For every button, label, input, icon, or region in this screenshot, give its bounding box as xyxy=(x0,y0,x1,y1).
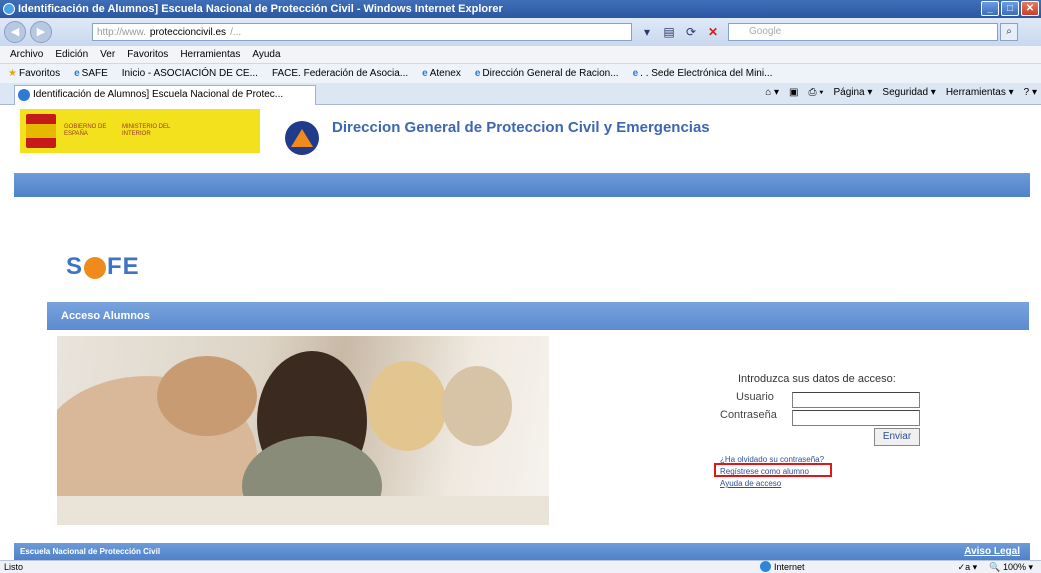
zoom-control[interactable]: 🔍 100% ▾ xyxy=(989,562,1033,573)
safe-logo: S FE xyxy=(66,253,140,280)
favorites-button[interactable]: ★ Favoritos xyxy=(8,68,60,79)
favorite-item[interactable]: e Atenex xyxy=(422,68,461,79)
zone-label: Internet xyxy=(774,561,805,572)
favorite-item[interactable]: e Dirección General de Racion... xyxy=(475,68,619,79)
maximize-button[interactable]: □ xyxy=(1001,1,1019,16)
page-footer: Escuela Nacional de Protección Civil Avi… xyxy=(14,543,1030,560)
page-header-title: Direccion General de Proteccion Civil y … xyxy=(332,119,710,136)
status-bar: Listo Internet ✓a ▾ 🔍 100% ▾ xyxy=(0,560,1041,573)
stop-icon[interactable]: ✕ xyxy=(704,23,722,41)
panel-title: Acceso Alumnos xyxy=(47,302,1029,330)
password-label: Contraseña xyxy=(720,409,777,421)
header-band xyxy=(14,173,1030,197)
favorites-label: Favoritos xyxy=(18,68,61,79)
favorite-item-label: . . Sede Electrónica del Mini... xyxy=(640,68,773,79)
home-icon[interactable]: ⌂ ▾ xyxy=(765,87,779,98)
command-bar: ⌂ ▾ ▣ ⎙ ▾ Página ▾ Seguridad ▾ Herramien… xyxy=(765,87,1037,98)
ie-icon xyxy=(3,3,15,15)
favorite-item-label: Dirección General de Racion... xyxy=(482,68,619,79)
tools-menu[interactable]: Herramientas ▾ xyxy=(946,87,1014,98)
page-icon xyxy=(18,89,30,101)
help-icon[interactable]: ? ▾ xyxy=(1024,87,1037,98)
legal-notice-link[interactable]: Aviso Legal xyxy=(964,543,1020,560)
refresh-icon[interactable]: ⟳ xyxy=(682,23,700,41)
civil-protection-logo xyxy=(285,121,319,155)
access-help-link[interactable]: Ayuda de acceso xyxy=(720,479,781,488)
url-field[interactable]: http://www. proteccioncivil.es/... xyxy=(92,23,632,41)
tab-label: Identificación de Alumnos] Escuela Nacio… xyxy=(33,89,284,100)
gov-line1: GOBIERNO DE ESPAÑA xyxy=(64,124,107,137)
browser-window: Identificación de Alumnos] Escuela Nacio… xyxy=(0,0,1041,573)
safe-logo-emblem-icon xyxy=(84,257,107,279)
footer-left-text: Escuela Nacional de Protección Civil xyxy=(20,547,161,556)
government-logo: GOBIERNO DE ESPAÑA MINISTERIO DEL INTERI… xyxy=(20,109,260,153)
password-input[interactable] xyxy=(792,410,920,426)
menu-herramientas[interactable]: Herramientas xyxy=(180,49,240,60)
back-button[interactable]: ◀ xyxy=(4,21,26,43)
forward-button[interactable]: ▶ xyxy=(30,21,52,43)
search-input[interactable]: Google xyxy=(728,23,998,41)
page-content: GOBIERNO DE ESPAÑA MINISTERIO DEL INTERI… xyxy=(0,105,1041,560)
dropdown-arrow-icon[interactable]: ▾ xyxy=(638,23,656,41)
favorite-item[interactable]: Inicio - ASOCIACIÓN DE CE... xyxy=(122,68,258,79)
ie-page-icon: e xyxy=(632,68,639,79)
favorite-item[interactable]: e SAFE xyxy=(74,68,108,79)
username-input[interactable] xyxy=(792,392,920,408)
menu-edicion[interactable]: Edición xyxy=(55,49,88,60)
register-link[interactable]: Regístrese como alumno xyxy=(720,467,809,476)
submit-button[interactable]: Enviar xyxy=(874,428,920,446)
ie-page-icon: e xyxy=(474,68,481,79)
title-bar: Identificación de Alumnos] Escuela Nacio… xyxy=(0,0,1041,18)
menu-ayuda[interactable]: Ayuda xyxy=(252,49,280,60)
favorite-item[interactable]: FACE. Federación de Asocia... xyxy=(272,68,408,79)
minimize-button[interactable]: _ xyxy=(981,1,999,16)
favorite-item-label: Atenex xyxy=(429,68,461,79)
login-prompt: Introduzca sus datos de acceso: xyxy=(738,373,896,385)
address-bar: ◀ ▶ http://www. proteccioncivil.es/... ▾ … xyxy=(0,18,1041,46)
compatibility-icon[interactable]: ▤ xyxy=(660,23,678,41)
feeds-icon[interactable]: ▣ xyxy=(789,87,798,98)
ie-page-icon: e xyxy=(422,68,428,79)
menu-favoritos[interactable]: Favoritos xyxy=(127,49,168,60)
tab-bar: Identificación de Alumnos] Escuela Nacio… xyxy=(0,83,1041,105)
coat-of-arms-icon xyxy=(26,114,56,148)
ie-page-icon: e xyxy=(74,68,80,79)
status-text: Listo xyxy=(4,562,24,572)
menu-bar: Archivo Edición Ver Favoritos Herramient… xyxy=(0,46,1041,63)
url-domain: proteccioncivil.es xyxy=(149,26,227,38)
favorite-item-label: SAFE xyxy=(81,68,108,79)
protected-mode-icon[interactable]: ✓a ▾ xyxy=(958,562,978,573)
search-icon[interactable]: ⌕ xyxy=(1000,23,1018,41)
tab-active[interactable]: Identificación de Alumnos] Escuela Nacio… xyxy=(14,85,316,105)
menu-archivo[interactable]: Archivo xyxy=(10,49,43,60)
globe-icon xyxy=(760,561,771,572)
zoom-level: 100% xyxy=(1002,562,1026,572)
zoom-icon: 🔍 xyxy=(989,562,1001,572)
favorite-item[interactable]: e. . Sede Electrónica del Mini... xyxy=(633,68,773,79)
gov-line2: MINISTERIO DEL INTERIOR xyxy=(122,124,171,137)
menu-ver[interactable]: Ver xyxy=(100,49,115,60)
url-prefix: http://www. xyxy=(97,26,146,38)
star-icon: ★ xyxy=(8,68,17,79)
favorites-bar: ★ Favoritos e SAFE Inicio - ASOCIACIÓN DE … xyxy=(0,63,1041,83)
page-menu[interactable]: Página ▾ xyxy=(833,87,872,98)
students-photo xyxy=(57,336,549,525)
close-button[interactable]: ✕ xyxy=(1021,1,1039,16)
url-suffix: /... xyxy=(230,26,242,38)
window-title: Identificación de Alumnos] Escuela Nacio… xyxy=(18,3,503,15)
security-zone: Internet xyxy=(760,561,805,572)
security-menu[interactable]: Seguridad ▾ xyxy=(882,87,935,98)
print-icon[interactable]: ⎙ ▾ xyxy=(809,87,824,98)
username-label: Usuario xyxy=(736,391,774,403)
